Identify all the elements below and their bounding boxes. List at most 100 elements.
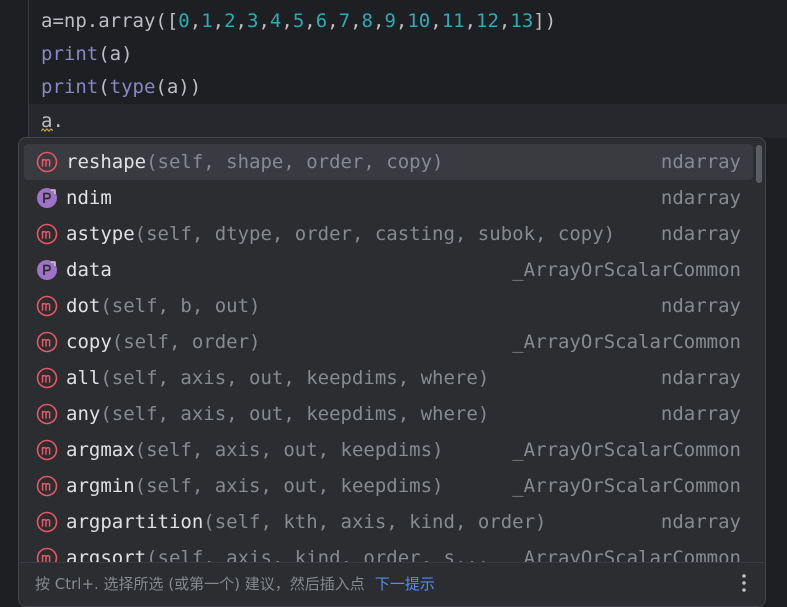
method-m-icon — [36, 475, 58, 497]
code-token: , — [327, 10, 339, 32]
code-token: , — [430, 10, 442, 32]
code-token: , — [258, 10, 270, 32]
code-token: , — [281, 10, 293, 32]
code-token: 8 — [361, 10, 373, 32]
next-tip-link[interactable]: 下一提示 — [375, 575, 435, 593]
completion-item[interactable]: copy (self, order) _ArrayOrScalarCommon — [24, 324, 753, 360]
completion-item[interactable]: all (self, axis, out, keepdims, where) nda… — [24, 360, 753, 396]
code-token: 6 — [315, 10, 328, 32]
code-token: 3 — [247, 10, 259, 32]
code-token: , — [498, 10, 511, 32]
code-token: , — [212, 10, 225, 32]
completion-item[interactable]: argsort (self, axis, kind, order, s... _Ar… — [24, 540, 753, 562]
method-m-icon — [36, 439, 58, 461]
code-token: (a) — [98, 43, 133, 65]
completion-item-name: dot — [66, 295, 101, 317]
code-token: , — [372, 10, 385, 32]
method-m-icon — [36, 511, 58, 533]
completion-popup[interactable]: reshape (self, shape, order, copy) ndarray… — [18, 137, 766, 607]
completion-footer: 按 Ctrl+. 选择所选 (或第一个) 建议，然后插入点 下一提示 — [19, 562, 765, 606]
completion-item[interactable]: any (self, axis, out, keepdims, where) nda… — [24, 396, 753, 432]
completion-item[interactable]: dot (self, b, out) ndarray — [24, 288, 753, 324]
completion-item-params: (self, axis, out, keepdims, where) — [100, 403, 490, 425]
property-p-icon — [36, 187, 58, 209]
code-token: , — [304, 10, 316, 32]
method-m-icon — [36, 331, 58, 353]
completion-item-params: (self, axis, kind, order, s... — [146, 547, 490, 562]
completion-item-type: ndarray — [660, 511, 741, 533]
current-line-highlight — [29, 104, 787, 138]
completion-item[interactable]: argpartition (self, kth, axis, kind, orde… — [24, 504, 753, 540]
code-token: (a)) — [155, 76, 202, 98]
completion-item[interactable]: argmax (self, axis, out, keepdims) _ArrayO… — [24, 432, 753, 468]
completion-item-params: (self, axis, out, keepdims) — [134, 439, 444, 461]
completion-item-params: (self, axis, out, keepdims) — [134, 475, 444, 497]
method-m-icon — [36, 295, 58, 317]
completion-item-name: argsort — [66, 547, 147, 562]
more-vertical-icon[interactable] — [737, 571, 751, 595]
completion-item-type: ndarray — [660, 403, 741, 425]
completion-item-params: (self, dtype, order, casting, subok, cop… — [134, 223, 616, 245]
method-m-icon — [36, 151, 58, 173]
code-token: print — [41, 43, 99, 65]
code-token: 4 — [269, 10, 282, 32]
completion-item-name: argpartition — [66, 511, 204, 533]
property-p-icon — [36, 259, 58, 281]
completion-item-name: argmax — [66, 439, 135, 461]
completion-item-name: argmin — [66, 475, 135, 497]
method-m-icon — [36, 547, 58, 562]
code-token: , — [395, 10, 408, 32]
code-token: print — [41, 76, 99, 98]
completion-item-type: _ArrayOrScalarCommon — [512, 259, 741, 281]
completion-item-type: _ArrayOrScalarCommon — [512, 439, 741, 461]
completion-item-name: ndim — [66, 187, 112, 209]
code-token: 2 — [224, 10, 236, 32]
method-m-icon — [36, 403, 58, 425]
completion-list[interactable]: reshape (self, shape, order, copy) ndarray… — [19, 138, 765, 562]
code-token: 13 — [510, 10, 534, 32]
code-token: ]) — [533, 10, 557, 32]
completion-item-name: data — [66, 259, 112, 281]
code-token: 5 — [292, 10, 305, 32]
completion-item-type: _ArrayOrScalarCommon — [512, 331, 741, 353]
completion-item-name: any — [66, 403, 101, 425]
code-line[interactable]: a=np.array([0,1,2,3,4,5,6,7,8,9,10,11,12… — [41, 4, 556, 38]
footer-hint: 按 Ctrl+. 选择所选 (或第一个) 建议，然后插入点 下一提示 — [35, 573, 435, 594]
code-token: 1 — [201, 10, 213, 32]
completion-item[interactable]: argmin (self, axis, out, keepdims) _ArrayO… — [24, 468, 753, 504]
code-token: , — [464, 10, 477, 32]
completion-item-type: ndarray — [660, 367, 741, 389]
code-token: 10 — [407, 10, 431, 32]
completion-item[interactable]: ndim ndarray — [24, 180, 753, 216]
code-line[interactable]: a. — [41, 104, 64, 138]
code-token: type — [109, 76, 156, 98]
completion-item-name: all — [66, 367, 101, 389]
completion-item-params: (self, axis, out, keepdims, where) — [100, 367, 490, 389]
completion-item-type: _ArrayOrScalarCommon — [512, 475, 741, 497]
code-token: 9 — [384, 10, 396, 32]
completion-item-params: (self, order) — [111, 331, 261, 353]
completion-scrollbar[interactable] — [756, 145, 762, 183]
completion-item-params: (self, shape, order, copy) — [146, 151, 444, 173]
code-token: , — [189, 10, 202, 32]
footer-hint-text: 按 Ctrl+. 选择所选 (或第一个) 建议，然后插入点 — [35, 575, 365, 593]
code-token: , — [350, 10, 362, 32]
completion-item-type: ndarray — [660, 187, 741, 209]
method-m-icon — [36, 223, 58, 245]
code-token: 0 — [178, 10, 190, 32]
warning-squiggle-icon — [41, 128, 53, 132]
completion-item[interactable]: data _ArrayOrScalarCommon — [24, 252, 753, 288]
completion-item-name: reshape — [66, 151, 147, 173]
code-line[interactable]: print(type(a)) — [41, 70, 201, 104]
code-line[interactable]: print(a) — [41, 37, 133, 71]
completion-item-type: ndarray — [660, 223, 741, 245]
completion-item-params: (self, b, out) — [100, 295, 261, 317]
code-token: 7 — [338, 10, 351, 32]
completion-item[interactable]: reshape (self, shape, order, copy) ndarray — [24, 144, 753, 180]
code-token: 11 — [441, 10, 465, 32]
code-token: ( — [98, 76, 110, 98]
completion-item[interactable]: astype (self, dtype, order, casting, subo… — [24, 216, 753, 252]
code-token: , — [235, 10, 247, 32]
completion-item-params: (self, kth, axis, kind, order) — [203, 511, 547, 533]
completion-item-type: ndarray — [660, 295, 741, 317]
